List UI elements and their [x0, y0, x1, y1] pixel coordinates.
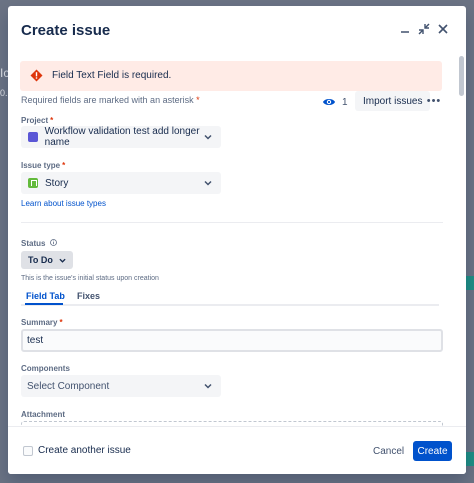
create-button[interactable]: Create — [413, 441, 452, 461]
project-avatar-icon — [28, 132, 38, 142]
project-select[interactable]: Workflow validation test add longer name — [21, 126, 221, 148]
status-value: To Do — [28, 255, 53, 265]
project-label: Project * — [21, 116, 53, 125]
close-icon[interactable] — [434, 20, 452, 38]
active-tab-indicator — [25, 303, 63, 305]
project-label-text: Project — [21, 116, 49, 125]
learn-about-issue-types-link[interactable]: Learn about issue types — [21, 199, 106, 208]
issue-type-select[interactable]: Story — [21, 172, 221, 194]
scrollbar-thumb[interactable] — [459, 56, 464, 96]
background-accent — [466, 276, 474, 290]
summary-input[interactable]: test — [21, 329, 443, 352]
story-icon — [28, 178, 38, 188]
chevron-down-icon — [204, 383, 212, 389]
summary-label: Summary * — [21, 318, 63, 327]
required-note-text: Required fields are marked with an aster… — [21, 95, 194, 105]
tab-fixes[interactable]: Fixes — [77, 291, 100, 301]
dialog-body[interactable]: Field Text Field is required. Required f… — [8, 54, 466, 426]
minimize-icon[interactable] — [396, 20, 414, 38]
error-message: Field Text Field is required. — [52, 70, 172, 81]
tab-field-tab[interactable]: Field Tab — [26, 291, 65, 301]
error-banner: Field Text Field is required. — [20, 61, 442, 91]
import-issues-button[interactable]: Import issues — [355, 91, 431, 111]
collapse-icon[interactable] — [415, 20, 433, 38]
create-issue-dialog: Create issue Field Text Field is require… — [8, 6, 466, 474]
cancel-button[interactable]: Cancel — [365, 441, 412, 461]
chevron-down-icon — [204, 134, 212, 140]
summary-label-text: Summary — [21, 318, 58, 327]
dialog-header: Create issue — [8, 6, 466, 54]
more-actions-button[interactable]: ••• — [424, 92, 444, 110]
attachment-label: Attachment — [21, 410, 66, 419]
status-label: Status — [21, 239, 57, 248]
create-another-label[interactable]: Create another issue — [38, 445, 131, 456]
eye-icon — [323, 99, 335, 105]
required-asterisk: * — [196, 95, 200, 105]
chevron-down-icon — [204, 180, 212, 186]
watch-count: 1 — [342, 96, 348, 108]
project-value: Workflow validation test add longer name — [44, 126, 200, 148]
create-another-checkbox[interactable] — [23, 446, 33, 456]
required-fields-note: Required fields are marked with an aster… — [21, 95, 200, 105]
issue-type-label: Issue type * — [21, 161, 65, 170]
issue-type-value: Story — [45, 177, 69, 189]
components-placeholder: Select Component — [27, 380, 110, 392]
components-label: Components — [21, 364, 70, 373]
required-asterisk: * — [62, 161, 66, 170]
status-helper-text: This is the issue's initial status upon … — [21, 275, 159, 282]
required-asterisk: * — [59, 318, 63, 327]
dialog-footer: Create another issue Cancel Create — [8, 426, 466, 474]
background-text-fragment: 0. — [0, 88, 8, 98]
field-tabs: Field Tab Fixes — [21, 286, 439, 306]
status-dropdown-button[interactable]: To Do — [21, 251, 73, 269]
issue-type-label-text: Issue type — [21, 161, 61, 170]
chevron-down-icon — [59, 258, 66, 263]
watch-button[interactable]: 1 — [322, 92, 348, 112]
dialog-title: Create issue — [21, 22, 111, 39]
status-label-text: Status — [21, 239, 46, 248]
components-select[interactable]: Select Component — [21, 375, 221, 397]
error-icon — [30, 69, 43, 82]
required-asterisk: * — [50, 116, 54, 125]
background-accent — [466, 452, 474, 466]
section-divider — [21, 222, 443, 223]
info-icon — [49, 239, 57, 246]
